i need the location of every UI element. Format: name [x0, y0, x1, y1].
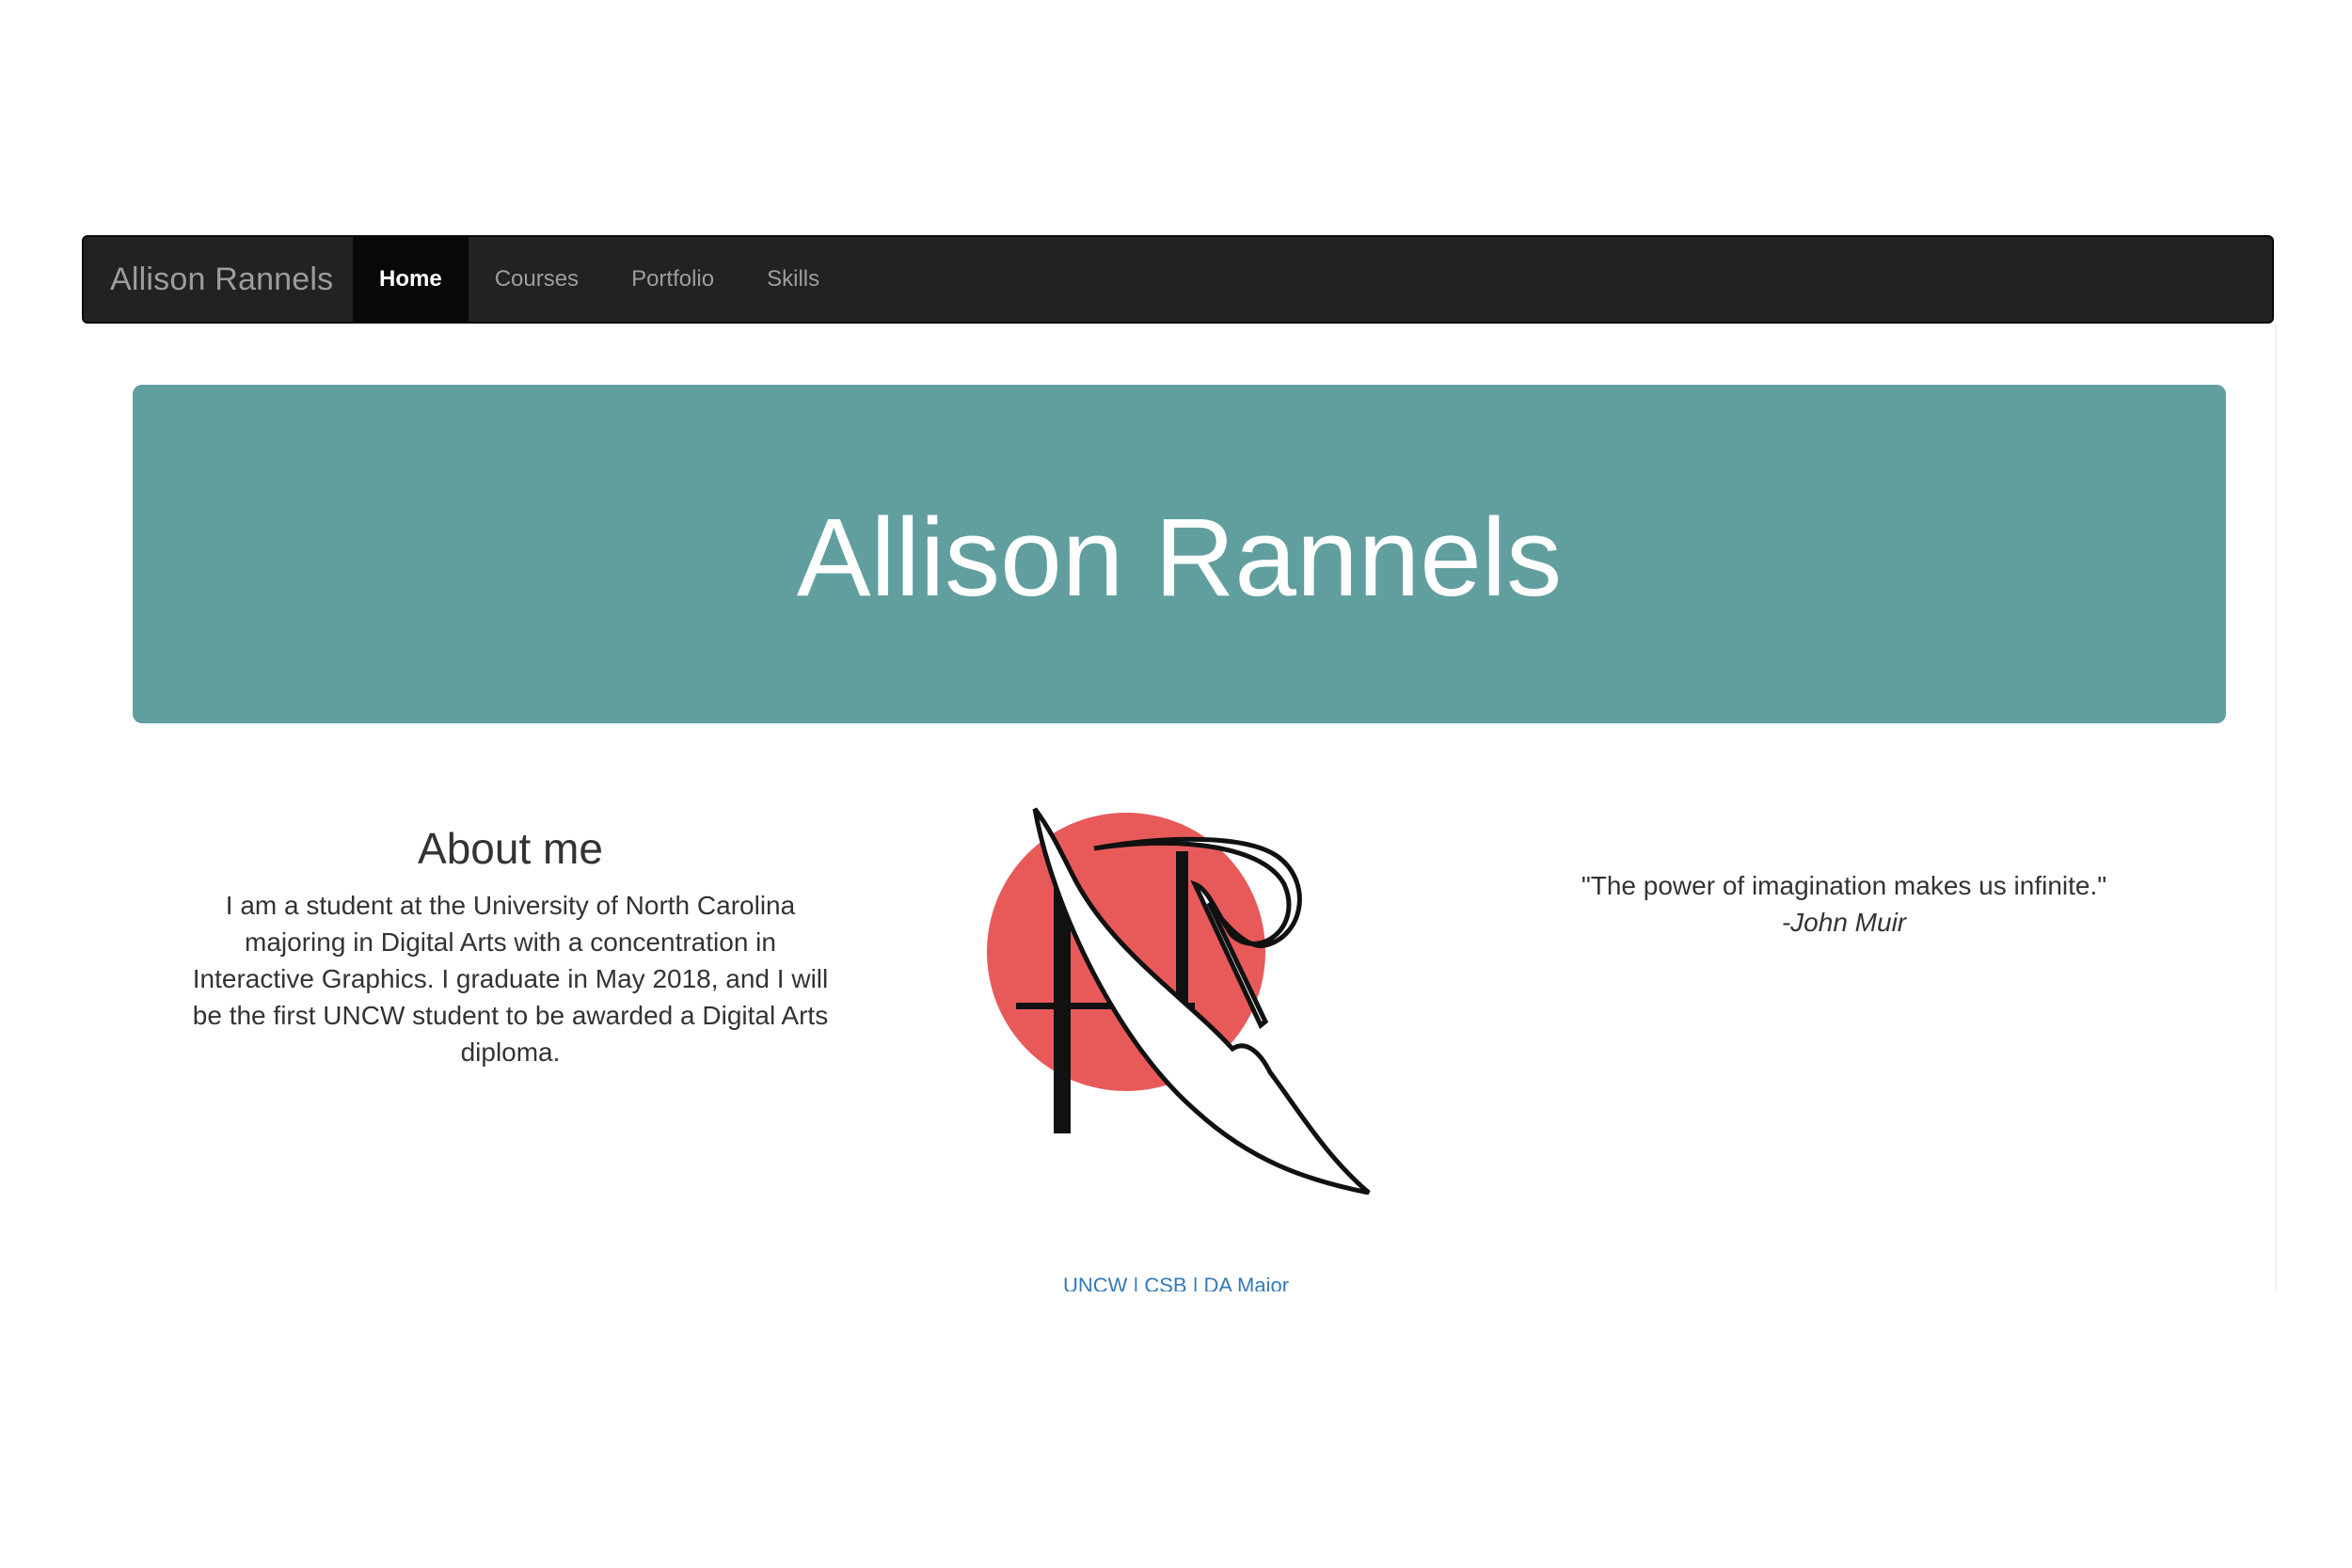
footer-separator: | — [1133, 1274, 1145, 1291]
footer-separator: | — [1192, 1274, 1204, 1291]
navbar-brand[interactable]: Allison Rannels — [84, 237, 353, 322]
about-heading: About me — [418, 824, 603, 873]
ar-monogram-logo — [978, 800, 1374, 1196]
about-text: I am a student at the University of Nort… — [192, 891, 829, 1067]
hero-title: Allison Rannels — [796, 496, 1563, 620]
content-frame-edge — [2275, 325, 2277, 1291]
footer-link-uncw[interactable]: UNCW — [1063, 1274, 1127, 1291]
nav-item-home[interactable]: Home — [353, 237, 469, 322]
nav-item-portfolio[interactable]: Portfolio — [605, 237, 740, 322]
hero-banner: Allison Rannels — [133, 385, 2226, 723]
logo-graphic — [987, 807, 1371, 1196]
nav-item-skills[interactable]: Skills — [740, 237, 846, 322]
footer-link-da-major[interactable]: DA Major — [1204, 1274, 1289, 1291]
quote-author: -John Muir — [1781, 908, 1907, 937]
navbar: Allison Rannels Home Courses Portfolio S… — [82, 235, 2274, 324]
quote-block: "The power of imagination makes us infin… — [1524, 867, 2164, 941]
about-section: About me I am a student at the Universit… — [188, 823, 833, 1070]
quote-text: "The power of imagination makes us infin… — [1581, 871, 2107, 900]
footer-link-csb[interactable]: CSB — [1144, 1274, 1186, 1291]
nav-item-courses[interactable]: Courses — [469, 237, 605, 322]
footer-links: UNCW | CSB | DA Major — [1035, 1272, 1317, 1291]
page: Allison Rannels Home Courses Portfolio S… — [0, 0, 2352, 1568]
nav-menu: Home Courses Portfolio Skills — [353, 237, 846, 322]
